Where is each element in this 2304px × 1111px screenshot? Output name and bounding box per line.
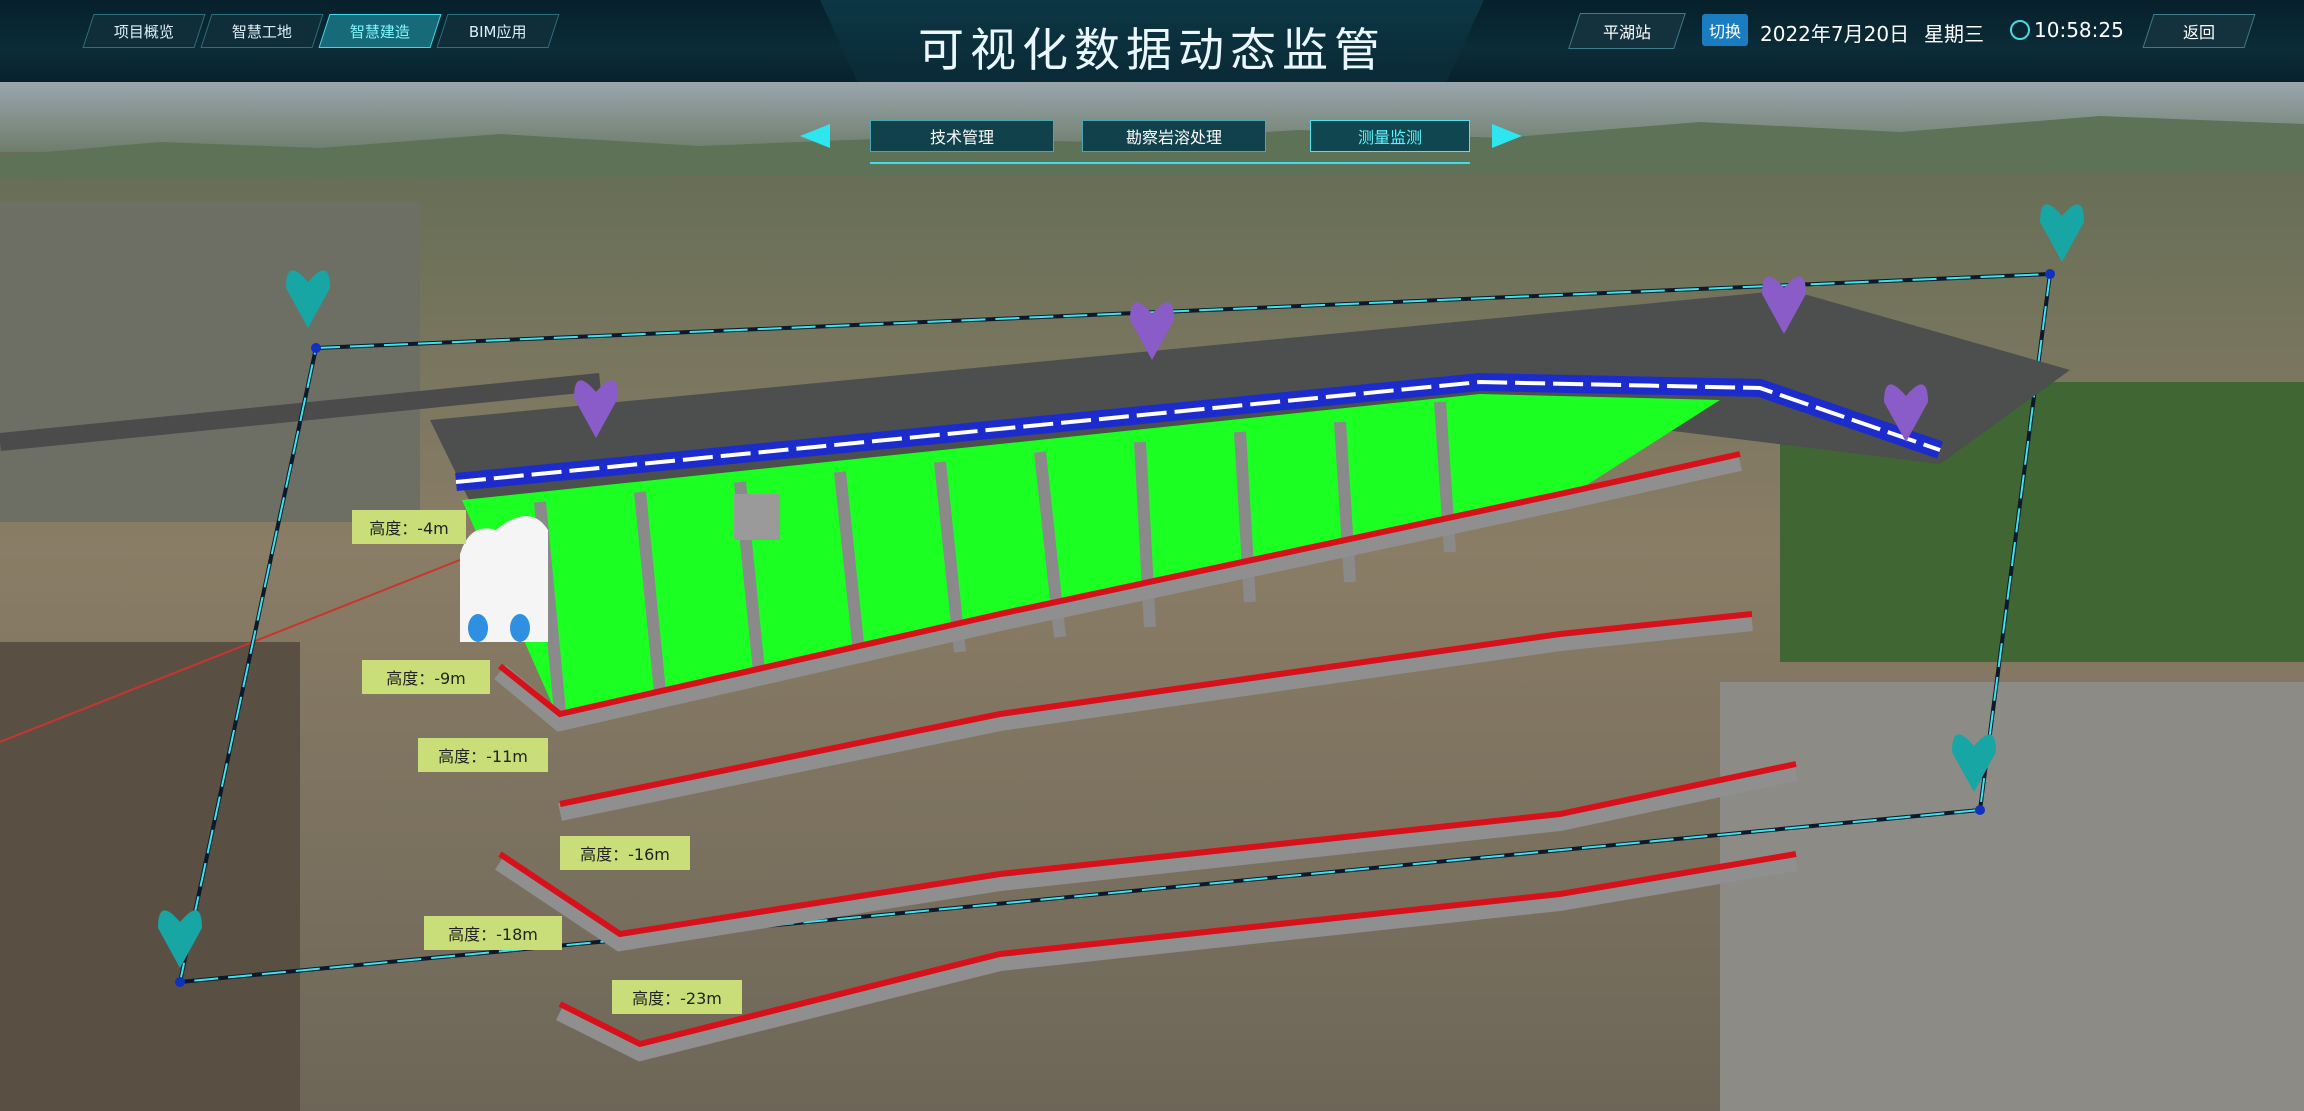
tunnel-eye — [510, 614, 530, 642]
date-display: 2022年7月20日 — [1760, 22, 1910, 46]
chevron-left-icon[interactable] — [800, 124, 830, 148]
back-label: 返回 — [2182, 23, 2215, 42]
nav-label: 智慧建造 — [349, 22, 410, 41]
nav-project-overview[interactable]: 项目概览 — [82, 14, 206, 48]
site-3d-view[interactable] — [0, 82, 2304, 1111]
height-label: 高度：-16m — [560, 836, 690, 870]
tab-survey-monitoring[interactable]: 测量监测 — [1310, 120, 1470, 152]
tab-karst-treatment[interactable]: 勘察岩溶处理 — [1082, 120, 1266, 152]
clock-icon — [2010, 20, 2030, 40]
height-label: 高度：-9m — [362, 660, 490, 694]
nav-label: 项目概览 — [113, 22, 174, 41]
station-button[interactable]: 平湖站 — [1568, 13, 1686, 49]
page-title: 可视化数据动态监管 — [918, 23, 1386, 77]
time-display: 10:58:25 — [2034, 18, 2124, 42]
tab-technical-management[interactable]: 技术管理 — [870, 120, 1054, 152]
back-button[interactable]: 返回 — [2142, 14, 2256, 48]
height-label: 高度：-18m — [424, 916, 562, 950]
city-blocks — [0, 202, 420, 522]
tab-underline — [870, 162, 1470, 164]
wall-panel — [734, 494, 780, 540]
height-label: 高度：-11m — [418, 738, 548, 772]
height-label: 高度：-23m — [612, 980, 742, 1014]
weekday-display: 星期三 — [1924, 22, 1984, 46]
chevron-right-icon[interactable] — [1492, 124, 1522, 148]
nav-smart-site[interactable]: 智慧工地 — [200, 14, 324, 48]
parking-area — [1720, 682, 2304, 1111]
station-label: 平湖站 — [1602, 23, 1651, 42]
tunnel-eye — [468, 614, 488, 642]
nav-bim[interactable]: BIM应用 — [436, 14, 560, 48]
rooftops — [0, 642, 300, 1111]
nav-label: BIM应用 — [469, 22, 527, 41]
height-label: 高度：-4m — [352, 510, 466, 544]
switch-button[interactable]: 切换 — [1702, 14, 1748, 46]
nav-smart-construction[interactable]: 智慧建造 — [318, 14, 442, 48]
nav-label: 智慧工地 — [231, 22, 292, 41]
